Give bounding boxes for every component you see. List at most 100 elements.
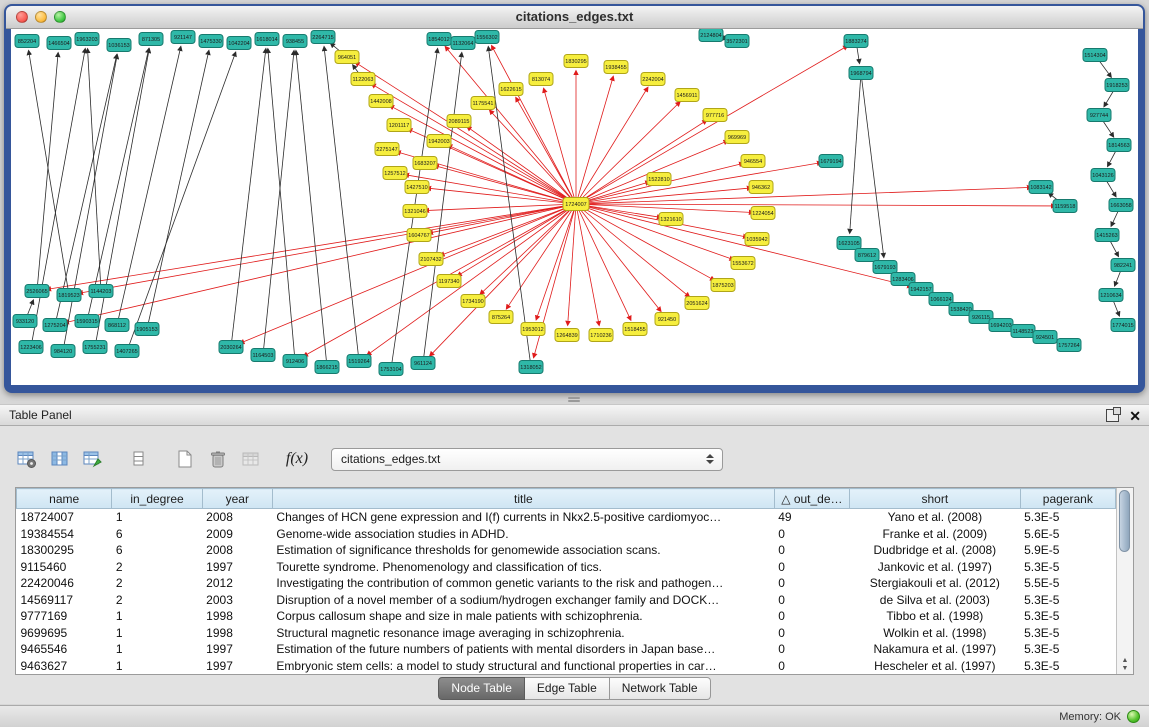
graph-node[interactable]: 868112	[105, 319, 129, 332]
table-cell-title[interactable]: Embryonic stem cells: a model to study s…	[272, 657, 774, 674]
new-table-button[interactable]	[172, 446, 198, 472]
graph-node[interactable]: 2030264	[219, 341, 243, 354]
graph-node[interactable]: 1679193	[873, 261, 897, 274]
graph-node[interactable]: 1275204	[43, 319, 67, 332]
graph-edge[interactable]	[850, 73, 861, 233]
table-row[interactable]: 911546021997Tourette syndrome. Phenomeno…	[17, 558, 1116, 574]
graph-edge[interactable]	[576, 187, 1031, 204]
graph-edge[interactable]	[117, 47, 181, 325]
graph-edge[interactable]	[576, 88, 648, 204]
graph-node[interactable]: 2526065	[25, 285, 49, 298]
graph-node[interactable]: 984120	[51, 345, 75, 358]
table-cell-year[interactable]: 1997	[202, 641, 272, 657]
graph-node[interactable]: 875264	[489, 311, 513, 324]
graph-node[interactable]: 1122063	[351, 73, 375, 86]
graph-node[interactable]: 1622615	[499, 83, 523, 96]
table-cell-in_degree[interactable]: 1	[112, 509, 202, 526]
graph-node[interactable]: 1144203	[89, 285, 113, 298]
delete-table-button[interactable]	[205, 446, 231, 472]
table-settings-button[interactable]	[14, 446, 40, 472]
graph-node[interactable]: 1442008	[369, 95, 393, 108]
graph-node[interactable]: 2089115	[447, 115, 471, 128]
graph-node[interactable]: 1968794	[849, 67, 873, 80]
table-cell-pagerank[interactable]: 5.3E-5	[1020, 657, 1115, 674]
table-cell-in_degree[interactable]: 6	[112, 542, 202, 558]
table-cell-short[interactable]: Stergiakouli et al. (2012)	[850, 575, 1021, 591]
graph-edge[interactable]	[87, 49, 149, 321]
table-cell-name[interactable]: 9115460	[17, 558, 112, 574]
column-header-name[interactable]: name	[17, 489, 112, 509]
graph-node[interactable]: 1604767	[407, 229, 431, 242]
graph-edge[interactable]	[147, 51, 209, 329]
graph-edge[interactable]	[568, 204, 576, 325]
table-selector-combo[interactable]: citations_edges.txt	[331, 448, 723, 471]
graph-node[interactable]: 1132064	[451, 37, 475, 50]
scroll-down-button[interactable]: ▼	[1117, 665, 1133, 673]
graph-node[interactable]: 1514304	[1083, 49, 1107, 62]
table-cell-in_degree[interactable]: 1	[112, 624, 202, 640]
show-columns-button[interactable]	[47, 446, 73, 472]
table-cell-title[interactable]: Investigating the contribution of common…	[272, 575, 774, 591]
table-cell-year[interactable]: 2012	[202, 575, 272, 591]
graph-node[interactable]: 964051	[335, 51, 359, 64]
table-cell-name[interactable]: 9699695	[17, 624, 112, 640]
edit-table-button[interactable]	[80, 446, 106, 472]
graph-node[interactable]: 1518455	[623, 323, 647, 336]
table-cell-in_degree[interactable]: 1	[112, 608, 202, 624]
graph-node[interactable]: 1475330	[199, 35, 223, 48]
graph-node[interactable]: 946554	[741, 155, 765, 168]
graph-node[interactable]: 1854012	[427, 33, 451, 46]
vertical-scrollbar[interactable]: ▲ ▼	[1116, 488, 1133, 674]
graph-node[interactable]: 1710236	[589, 329, 613, 342]
table-cell-year[interactable]: 1997	[202, 558, 272, 574]
graph-node[interactable]: 1223406	[19, 341, 43, 354]
graph-edge[interactable]	[507, 204, 576, 309]
table-cell-title[interactable]: Corpus callosum shape and size in male p…	[272, 608, 774, 624]
table-cell-short[interactable]: Jankovic et al. (1997)	[850, 558, 1021, 574]
graph-node[interactable]: 1035942	[745, 233, 769, 246]
graph-node[interactable]: 1257512	[383, 167, 407, 180]
graph-edge[interactable]	[127, 52, 236, 351]
graph-node[interactable]: 2107432	[419, 253, 443, 266]
table-cell-in_degree[interactable]: 1	[112, 641, 202, 657]
graph-node[interactable]: 1905153	[135, 323, 159, 336]
scroll-up-button[interactable]: ▲	[1117, 657, 1133, 665]
graph-node[interactable]: 1663058	[1109, 199, 1133, 212]
graph-edge[interactable]	[576, 120, 707, 204]
graph-node[interactable]: 924501	[1033, 331, 1057, 344]
graph-node[interactable]: 977716	[703, 109, 727, 122]
column-header-year[interactable]: year	[202, 489, 272, 509]
graph-hub-node[interactable]: 1724007	[563, 198, 589, 211]
graph-node[interactable]: 1814563	[1107, 139, 1131, 152]
graph-node[interactable]: 1553672	[731, 257, 755, 270]
table-cell-short[interactable]: Yano et al. (2008)	[850, 509, 1021, 526]
table-cell-out_degree[interactable]: 49	[774, 509, 849, 526]
table-cell-title[interactable]: Structural magnetic resonance image aver…	[272, 624, 774, 640]
graph-node[interactable]: 1683207	[413, 157, 437, 170]
split-divider-handle[interactable]	[566, 396, 582, 403]
graph-edge[interactable]	[47, 204, 576, 289]
graph-edge[interactable]	[536, 204, 576, 320]
graph-node[interactable]: 1938455	[604, 61, 628, 74]
table-cell-year[interactable]: 1997	[202, 657, 272, 674]
graph-edge[interactable]	[576, 204, 734, 260]
table-cell-title[interactable]: Estimation of significance thresholds fo…	[272, 542, 774, 558]
network-canvas[interactable]: 1724007183029519384552242004145691197771…	[11, 29, 1138, 385]
graph-node[interactable]: 946362	[749, 181, 773, 194]
graph-node[interactable]: 1830295	[564, 55, 588, 68]
graph-edge[interactable]	[263, 51, 294, 355]
graph-node[interactable]: 1427510	[405, 181, 429, 194]
table-cell-pagerank[interactable]: 5.3E-5	[1020, 509, 1115, 526]
graph-node[interactable]: 1866215	[315, 361, 339, 374]
graph-node[interactable]: 1175541	[471, 97, 495, 110]
table-cell-title[interactable]: Tourette syndrome. Phenomenology and cla…	[272, 558, 774, 574]
function-builder-button[interactable]: f(x)	[284, 446, 310, 472]
graph-node[interactable]: 2124804	[699, 29, 723, 42]
graph-node[interactable]: 1623105	[837, 237, 861, 250]
tab-node-table[interactable]: Node Table	[438, 677, 525, 700]
graph-node[interactable]: 1755231	[83, 341, 107, 354]
graph-node[interactable]: 1694203	[989, 319, 1013, 332]
memory-indicator-icon[interactable]	[1127, 710, 1140, 723]
graph-node[interactable]: 2242004	[641, 73, 665, 86]
table-cell-in_degree[interactable]: 6	[112, 526, 202, 542]
